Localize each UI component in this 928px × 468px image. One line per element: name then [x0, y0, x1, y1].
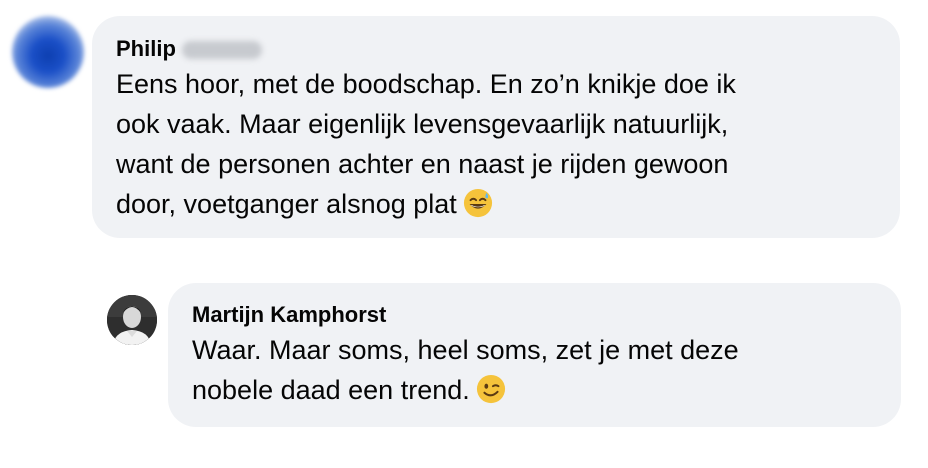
comment-text-body: Waar. Maar soms, heel soms, zet je met d…: [192, 335, 739, 405]
wink-emoji: [476, 374, 505, 404]
person-photo-icon: [107, 295, 157, 345]
comment-bubble: Martijn Kamphorst Waar. Maar soms, heel …: [168, 283, 901, 427]
author-first-name[interactable]: Philip: [116, 36, 176, 61]
comment-text: Waar. Maar soms, heel soms, zet je met d…: [192, 330, 882, 410]
blurred-surname: [181, 41, 262, 60]
comment-author[interactable]: Martijn Kamphorst: [192, 302, 386, 328]
comment-text-body: Eens hoor, met de boodschap. En zo’n kni…: [116, 69, 736, 219]
comment-author[interactable]: Philip: [116, 36, 262, 62]
comment-bubble: Philip Eens hoor, met de boodschap. En z…: [92, 16, 900, 238]
comment-text: Eens hoor, met de boodschap. En zo’n kni…: [116, 64, 876, 224]
sweat-smile-emoji: [463, 188, 492, 218]
avatar[interactable]: [107, 295, 157, 345]
avatar[interactable]: [12, 16, 84, 88]
